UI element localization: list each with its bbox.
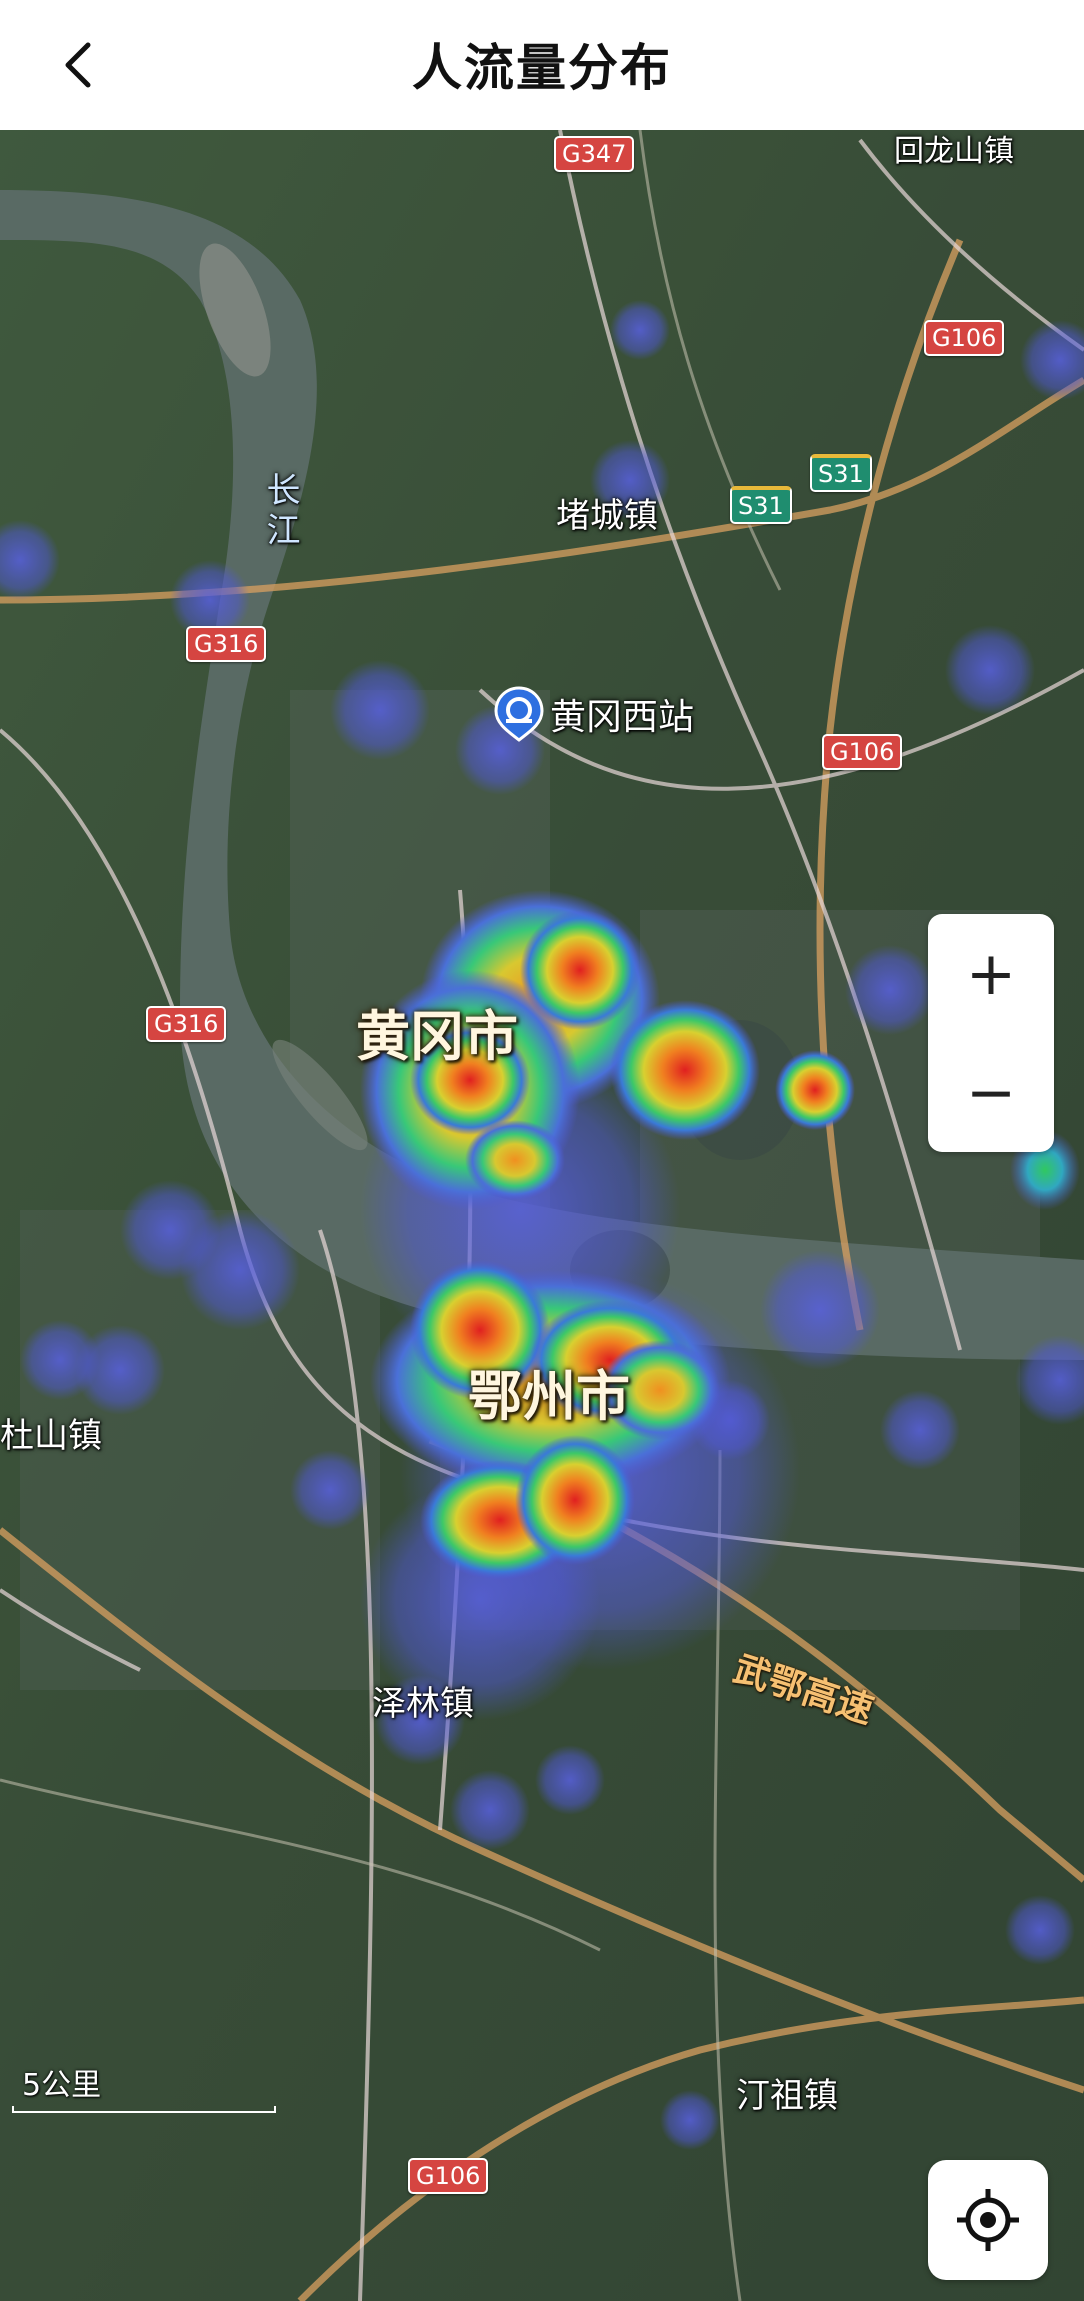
header-bar: 人流量分布 <box>0 0 1084 130</box>
route-shield-s31: S31 <box>730 486 792 524</box>
city-label-ezhou: 鄂州市 <box>468 1365 630 1428</box>
town-label-huilongshan: 回龙山镇 <box>894 134 1014 169</box>
town-label-tingzu: 汀祖镇 <box>736 2076 838 2116</box>
route-shield-g316: G316 <box>186 626 267 662</box>
map-base-layer <box>0 130 1084 2301</box>
station-label: 黄冈西站 <box>550 697 695 738</box>
scale-bar-line <box>12 2106 276 2113</box>
town-label-zelin: 泽林镇 <box>372 1684 474 1724</box>
river-label: 长江 <box>260 472 300 552</box>
zoom-out-button[interactable]: − <box>928 1033 1054 1152</box>
route-shield-g316: G316 <box>146 1006 227 1042</box>
locate-crosshair-icon <box>957 2189 1019 2251</box>
zoom-control: + − <box>928 914 1054 1152</box>
locate-button[interactable] <box>928 2160 1048 2280</box>
route-shield-g347: G347 <box>554 136 635 172</box>
route-shield-g106: G106 <box>408 2158 489 2194</box>
route-shield-s31: S31 <box>810 454 872 492</box>
heatmap-map[interactable]: 回龙山镇 堵城镇 杜山镇 泽林镇 汀祖镇 长江 黄冈市 鄂州市 武鄂高速 黄冈西… <box>0 130 1084 2301</box>
route-shield-g106: G106 <box>924 320 1005 356</box>
zoom-in-button[interactable]: + <box>928 914 1054 1033</box>
town-label-ducheng: 堵城镇 <box>556 496 658 536</box>
city-label-huanggang: 黄冈市 <box>356 1005 518 1068</box>
scale-label: 5公里 <box>22 2068 102 2103</box>
station-marker[interactable]: 黄冈西站 <box>494 686 694 742</box>
page-title: 人流量分布 <box>412 39 672 97</box>
scale-bar: 5公里 <box>12 2060 276 2113</box>
town-label-dushan: 杜山镇 <box>0 1416 102 1456</box>
route-shield-g106: G106 <box>822 734 903 770</box>
railway-station-icon <box>494 686 544 742</box>
